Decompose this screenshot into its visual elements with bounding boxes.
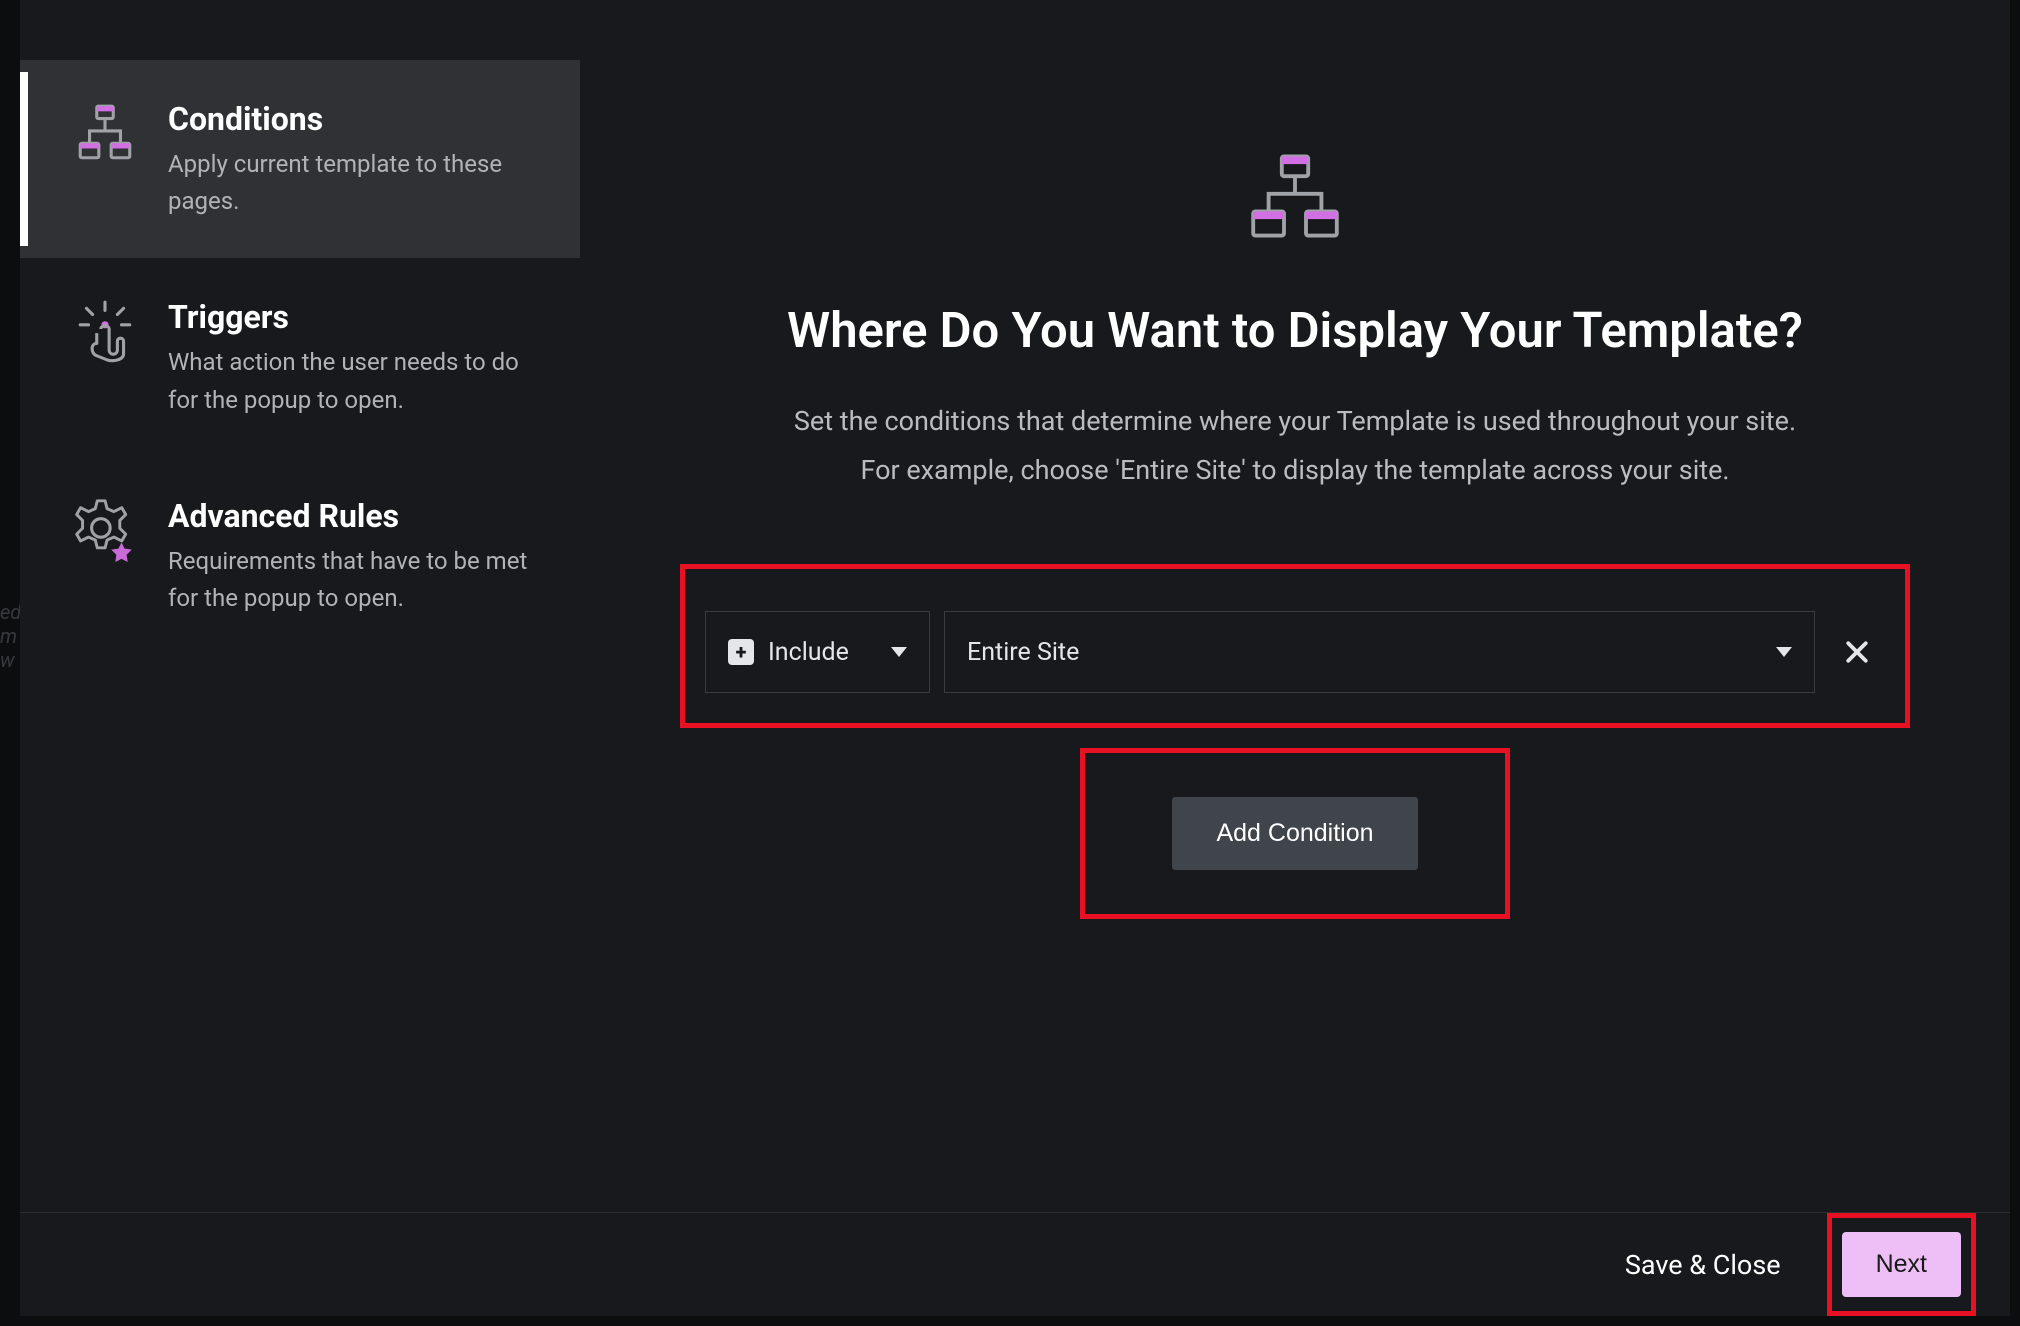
hero-sitemap-icon — [680, 150, 1910, 242]
sidebar-item-texts: Triggers What action the user needs to d… — [168, 296, 540, 418]
modal-footer: Save & Close Next — [20, 1212, 2010, 1316]
sidebar-item-texts: Conditions Apply current template to the… — [168, 98, 540, 220]
sidebar-item-desc: What action the user needs to do for the… — [168, 344, 540, 418]
add-condition-button[interactable]: Add Condition — [1172, 797, 1417, 870]
location-value: Entire Site — [967, 638, 1079, 667]
desc-line-1: Set the conditions that determine where … — [794, 405, 1796, 437]
page-title: Where Do You Want to Display Your Templa… — [680, 302, 1910, 359]
save-and-close-link[interactable]: Save & Close — [1625, 1249, 1781, 1281]
chevron-down-icon — [1776, 647, 1792, 657]
close-icon — [1842, 637, 1872, 667]
location-select[interactable]: Entire Site — [944, 611, 1815, 693]
condition-row-highlight: + Include Entire Site — [680, 564, 1910, 728]
modal-body: Conditions Apply current template to the… — [20, 0, 2010, 1212]
condition-row: + Include Entire Site — [705, 611, 1885, 693]
include-exclude-select[interactable]: + Include — [705, 611, 930, 693]
settings-sidebar: Conditions Apply current template to the… — [20, 0, 580, 1212]
gear-star-icon — [70, 495, 140, 565]
next-button-highlight: Next — [1827, 1213, 1976, 1316]
desc-line-2: For example, choose 'Entire Site' to dis… — [860, 454, 1729, 486]
remove-condition-button[interactable] — [1829, 611, 1885, 693]
sitemap-icon — [70, 98, 140, 168]
background-editor-text: ed m w — [0, 600, 20, 672]
sidebar-item-conditions[interactable]: Conditions Apply current template to the… — [20, 60, 580, 258]
sidebar-item-triggers[interactable]: Triggers What action the user needs to d… — [20, 258, 580, 456]
sidebar-item-texts: Advanced Rules Requirements that have to… — [168, 495, 540, 617]
sidebar-item-advanced-rules[interactable]: Advanced Rules Requirements that have to… — [20, 457, 580, 655]
publish-settings-modal: Conditions Apply current template to the… — [20, 0, 2010, 1316]
page-description: Set the conditions that determine where … — [680, 397, 1910, 494]
include-label: Include — [768, 638, 849, 667]
next-button[interactable]: Next — [1842, 1232, 1961, 1297]
main-panel: Where Do You Want to Display Your Templa… — [580, 0, 2010, 1212]
sidebar-item-desc: Apply current template to these pages. — [168, 146, 540, 220]
add-condition-highlight: Add Condition — [1080, 748, 1510, 919]
click-icon — [70, 296, 140, 366]
chevron-down-icon — [891, 647, 907, 657]
sidebar-item-title: Conditions — [168, 100, 540, 138]
plus-icon: + — [728, 639, 754, 665]
sidebar-item-title: Triggers — [168, 298, 540, 336]
sidebar-item-title: Advanced Rules — [168, 497, 540, 535]
sidebar-item-desc: Requirements that have to be met for the… — [168, 543, 540, 617]
